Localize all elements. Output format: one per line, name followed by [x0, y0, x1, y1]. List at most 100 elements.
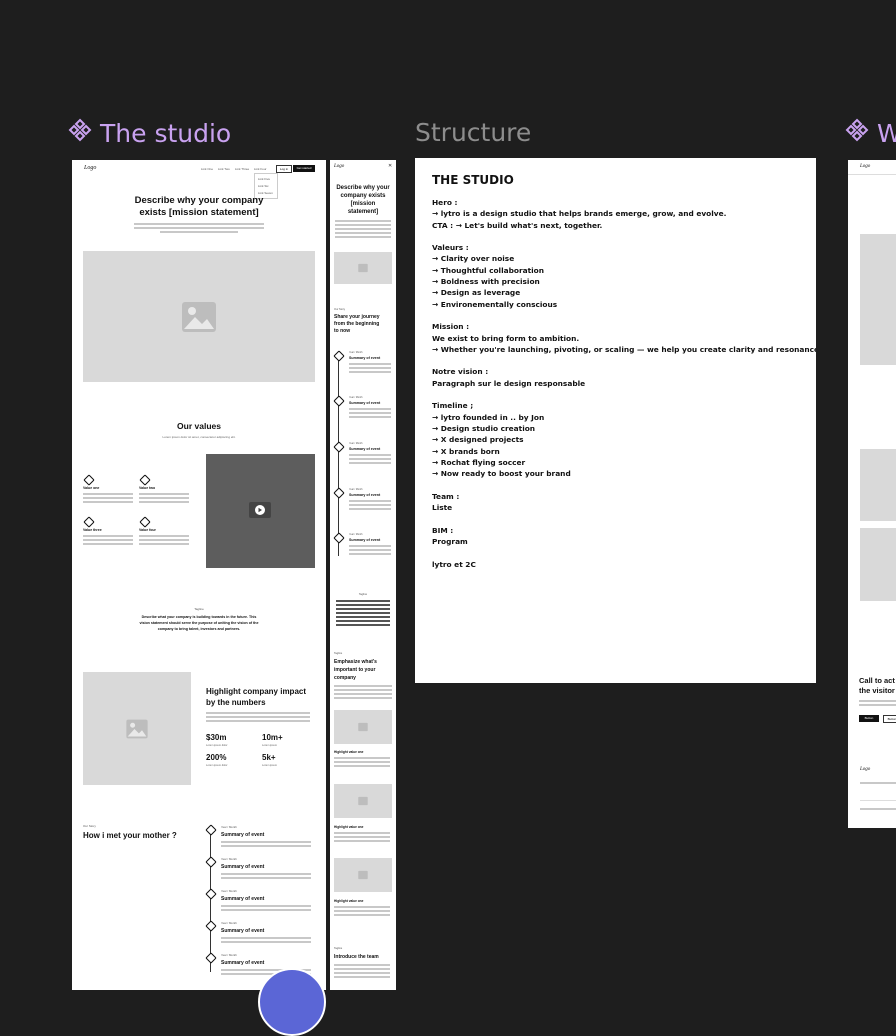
cube-icon — [333, 350, 345, 362]
stat-label: Lorem ipsum dolor — [206, 744, 228, 747]
structure-line: → Clarity over noise — [432, 254, 515, 264]
image-placeholder — [334, 252, 392, 284]
video-placeholder[interactable] — [206, 454, 315, 568]
timeline-item: Summary of event — [221, 832, 265, 838]
timeline-date: Year / Month — [221, 921, 237, 925]
structure-line: → Design as leverage — [432, 288, 521, 298]
image-icon — [358, 870, 368, 880]
structure-line: → lytro is a design studio that helps br… — [432, 209, 727, 219]
cube-icon — [205, 920, 217, 932]
nav-link-4[interactable]: Link Four — [254, 167, 267, 171]
cube-icon — [139, 516, 151, 528]
image-placeholder — [860, 449, 896, 521]
dropdown-item[interactable]: Link Six — [258, 184, 269, 188]
close-icon[interactable]: ✕ — [388, 163, 392, 169]
event-date: Year / Month — [349, 533, 363, 536]
timeline-text — [221, 841, 311, 849]
play-button[interactable] — [249, 502, 271, 518]
divider — [848, 174, 896, 175]
structure-line: → Boldness with precision — [432, 277, 540, 287]
vision-text-2: vision statement should serve the purpos… — [139, 621, 259, 625]
structure-line: We exist to bring form to ambition. — [432, 333, 580, 343]
cube-icon — [333, 395, 345, 407]
footer-logo[interactable]: Logo — [860, 767, 870, 772]
stat-value: 10m+ — [262, 733, 283, 742]
event-text — [349, 454, 391, 466]
play-icon — [255, 505, 265, 515]
event-title: Summary of event — [349, 356, 381, 360]
timeline-date: Year / Month — [221, 857, 237, 861]
structure-line: lytro et 2C — [432, 559, 476, 569]
get-started-button[interactable]: Get started — [293, 165, 315, 172]
structure-line — [432, 513, 816, 524]
structure-line: → Rochat flying soccer — [432, 457, 526, 467]
hero-title: company exists — [340, 193, 386, 199]
image-icon — [126, 719, 148, 738]
login-button[interactable]: Log in — [276, 165, 292, 173]
journey-tagline: Our Story — [334, 308, 346, 311]
cta-title: the visitor — [859, 686, 895, 695]
impact-image-placeholder — [83, 672, 191, 785]
structure-line — [432, 547, 816, 558]
story-tagline: Our Story — [83, 824, 96, 828]
value-text — [83, 535, 133, 547]
dropdown-item[interactable]: Link Five — [258, 177, 270, 181]
frame-label-studio[interactable]: The studio — [68, 118, 231, 148]
studio-desktop-frame[interactable]: Logo Link One Link Two Link Three Link F… — [72, 160, 326, 990]
image-icon — [358, 722, 368, 732]
team-text — [334, 964, 390, 980]
emph-tagline: Tagline — [334, 652, 343, 655]
frame-label-third[interactable]: W — [845, 118, 896, 148]
vision-text-3: company to bring talent, investors and p… — [157, 627, 241, 631]
cta-secondary-button[interactable]: Button — [883, 715, 896, 723]
story-title: How i met your mother ? — [83, 831, 177, 840]
structure-line: Valeurs : — [432, 243, 469, 253]
event-title: Summary of event — [349, 447, 381, 451]
impact-title-1: Highlight company impact — [206, 687, 307, 696]
structure-line: Program — [432, 536, 468, 546]
nav-link-3[interactable]: Link Three — [235, 167, 249, 171]
logo[interactable]: Logo — [860, 164, 870, 169]
hero-title-line2: exists [mission statement] — [139, 207, 259, 218]
value-title: Value four — [139, 528, 156, 532]
structure-line — [432, 479, 816, 490]
timeline-item: Summary of event — [221, 864, 265, 870]
cube-icon — [205, 952, 217, 964]
event-title: Summary of event — [349, 401, 381, 405]
vision-tagline: Tagline — [358, 593, 368, 596]
highlight-title: Highlight value one — [334, 899, 364, 903]
avatar[interactable] — [258, 968, 326, 1036]
timeline-item: Summary of event — [221, 928, 265, 934]
cube-icon — [333, 532, 345, 544]
event-text — [349, 500, 391, 512]
highlight-text — [334, 757, 390, 769]
nav-link-2[interactable]: Link Two — [218, 167, 230, 171]
studio-mobile-frame[interactable]: Logo ✕ Describe why your company exists … — [330, 160, 396, 990]
third-frame[interactable]: Logo Call to act the visitor Button Butt… — [848, 160, 896, 828]
structure-line: → Thoughtful collaboration — [432, 265, 544, 275]
event-title: Summary of event — [349, 493, 381, 497]
frame-label-structure[interactable]: Structure — [415, 118, 531, 147]
hero-title: [mission — [350, 201, 376, 207]
logo[interactable]: Logo — [84, 165, 96, 171]
values-subtitle: Lorem ipsum dolor sit amet, consectetur … — [162, 435, 236, 439]
image-icon — [358, 263, 368, 273]
structure-content: Hero : → lytro is a design studio that h… — [432, 197, 816, 570]
highlight-text — [334, 832, 390, 844]
vision-text — [336, 600, 390, 628]
component-icon — [845, 118, 869, 148]
value-title: Value three — [83, 528, 102, 532]
structure-frame[interactable]: THE STUDIO Hero : → lytro is a design st… — [415, 158, 816, 683]
cube-icon — [205, 824, 217, 836]
logo[interactable]: Logo — [334, 164, 344, 169]
cta-primary-button[interactable]: Button — [859, 715, 879, 722]
journey-title: to now — [334, 328, 351, 334]
structure-line: → Design studio creation — [432, 423, 536, 433]
value-text — [139, 535, 189, 547]
cube-icon — [83, 516, 95, 528]
image-placeholder — [334, 858, 392, 892]
value-title: Value one — [83, 486, 100, 490]
stat-label: Lorem ipsum dolor — [206, 764, 228, 767]
timeline-line — [210, 832, 211, 972]
nav-link-1[interactable]: Link One — [201, 167, 213, 171]
